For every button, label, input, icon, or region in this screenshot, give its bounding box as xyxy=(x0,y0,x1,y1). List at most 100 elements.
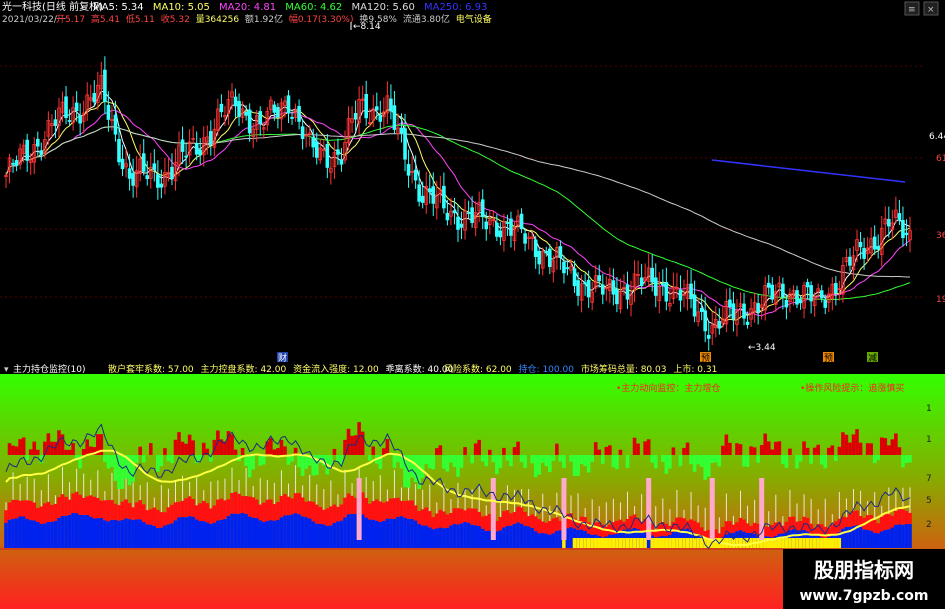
holding-bar xyxy=(11,518,15,548)
holding-bar xyxy=(244,513,248,548)
pressure-bar xyxy=(307,501,312,519)
pressure-bar xyxy=(544,522,549,534)
price-tick: 6.44 xyxy=(929,132,945,142)
outflow-bar xyxy=(664,455,669,474)
holding-bar xyxy=(156,527,160,548)
outflow-bar xyxy=(491,455,496,463)
holding-bar xyxy=(99,517,104,548)
pressure-bar xyxy=(876,523,881,534)
indicator-params: 散户套牢系数: 57.00 主力控盘系数: 42.00 资金流入强度: 12.0… xyxy=(108,363,454,375)
pressure-bar xyxy=(163,512,167,526)
holding-bar xyxy=(254,518,259,548)
outflow-bar xyxy=(251,455,255,470)
inflow-bar xyxy=(230,434,234,455)
inflow-bar xyxy=(830,445,835,455)
holding-bar xyxy=(389,518,393,548)
holding-bar xyxy=(209,523,213,548)
pressure-bar xyxy=(382,502,386,521)
pressure-bar xyxy=(731,524,736,533)
inflow-bar xyxy=(487,449,492,455)
bottom-strip xyxy=(809,538,813,548)
holding-bar xyxy=(410,518,414,548)
bottom-strip xyxy=(777,538,782,548)
holding-bar xyxy=(904,524,909,548)
holding-bar xyxy=(85,514,90,548)
pressure-bar xyxy=(449,512,453,526)
outflow-bar xyxy=(908,455,912,463)
signal-spike xyxy=(561,478,567,540)
inflow-bar xyxy=(774,441,778,455)
outflow-bar xyxy=(713,455,718,463)
holding-bar xyxy=(879,531,884,548)
outflow-bar xyxy=(396,455,400,463)
holding-bar xyxy=(103,520,107,548)
pressure-bar xyxy=(339,504,344,521)
inflow-bar xyxy=(887,445,891,455)
holding-bar xyxy=(322,524,326,548)
pressure-bar xyxy=(254,499,259,519)
holding-bar xyxy=(113,519,118,548)
high-annotation: ←8.14 xyxy=(353,22,381,32)
pressure-bar xyxy=(78,494,82,515)
pressure-bar xyxy=(848,513,852,527)
holding-bar xyxy=(159,527,164,548)
bottom-strip xyxy=(639,538,644,548)
outflow-bar xyxy=(569,455,573,462)
holding-bar xyxy=(272,520,277,548)
inflow-bar xyxy=(191,440,195,455)
holding-bar xyxy=(887,529,891,548)
outflow-bar xyxy=(442,455,446,469)
holding-bar xyxy=(233,513,238,548)
holding-bar xyxy=(350,513,354,548)
holding-bar xyxy=(523,525,527,548)
pressure-bar xyxy=(134,502,139,520)
holding-bar xyxy=(473,525,478,548)
amount-label: 额1.92亿 xyxy=(245,13,283,25)
holding-bar xyxy=(424,525,429,548)
pressure-bar xyxy=(131,507,135,520)
holding-bar xyxy=(60,515,65,548)
pressure-bar xyxy=(336,506,340,522)
bottom-strip xyxy=(668,538,672,548)
holding-bar xyxy=(35,521,40,548)
stock-chart[interactable]: ≡ × 光一科技(日线 前复权) MA5: 5.34 MA10: 5.05 MA… xyxy=(0,0,945,609)
holding-bar xyxy=(88,516,93,548)
fund-flow-message: •主力动向监控：主力增仓 xyxy=(616,382,720,394)
holding-bar xyxy=(14,518,19,548)
inflow-bar xyxy=(883,438,888,455)
pressure-bar xyxy=(431,516,436,530)
holding-bar xyxy=(456,524,460,548)
holding-bar xyxy=(177,517,181,548)
outflow-bar xyxy=(904,455,909,463)
bottom-strip xyxy=(615,538,619,548)
holding-bar xyxy=(134,519,139,548)
low-annotation: ←3.44 xyxy=(748,343,776,353)
bottom-strip xyxy=(784,538,789,548)
outflow-bar xyxy=(548,455,552,473)
holding-bar xyxy=(339,520,344,548)
holding-bar xyxy=(872,532,877,548)
inflow-bar xyxy=(473,443,478,455)
pressure-bar xyxy=(127,503,132,520)
pressure-bar xyxy=(498,516,503,531)
pressure-bar xyxy=(879,516,884,532)
outflow-bar xyxy=(484,455,489,467)
holding-bar xyxy=(57,517,61,548)
bottom-strip xyxy=(728,538,732,548)
holding-bar xyxy=(124,518,128,548)
outflow-bar xyxy=(427,455,432,469)
outflow-bar xyxy=(798,455,803,462)
indicator-settings-icon[interactable]: ▾ xyxy=(4,365,9,375)
outflow-bar xyxy=(544,455,549,467)
inflow-bar xyxy=(201,442,206,455)
bottom-strip xyxy=(819,538,824,548)
pressure-bar xyxy=(159,512,164,528)
outflow-bar xyxy=(367,455,372,461)
inflow-bar xyxy=(187,434,192,455)
outflow-bar xyxy=(692,455,697,472)
bottom-strip xyxy=(636,538,640,548)
holding-bar xyxy=(46,521,51,548)
inflow-bar xyxy=(283,446,287,455)
outflow-bar xyxy=(456,455,460,477)
holding-bar xyxy=(908,523,912,548)
